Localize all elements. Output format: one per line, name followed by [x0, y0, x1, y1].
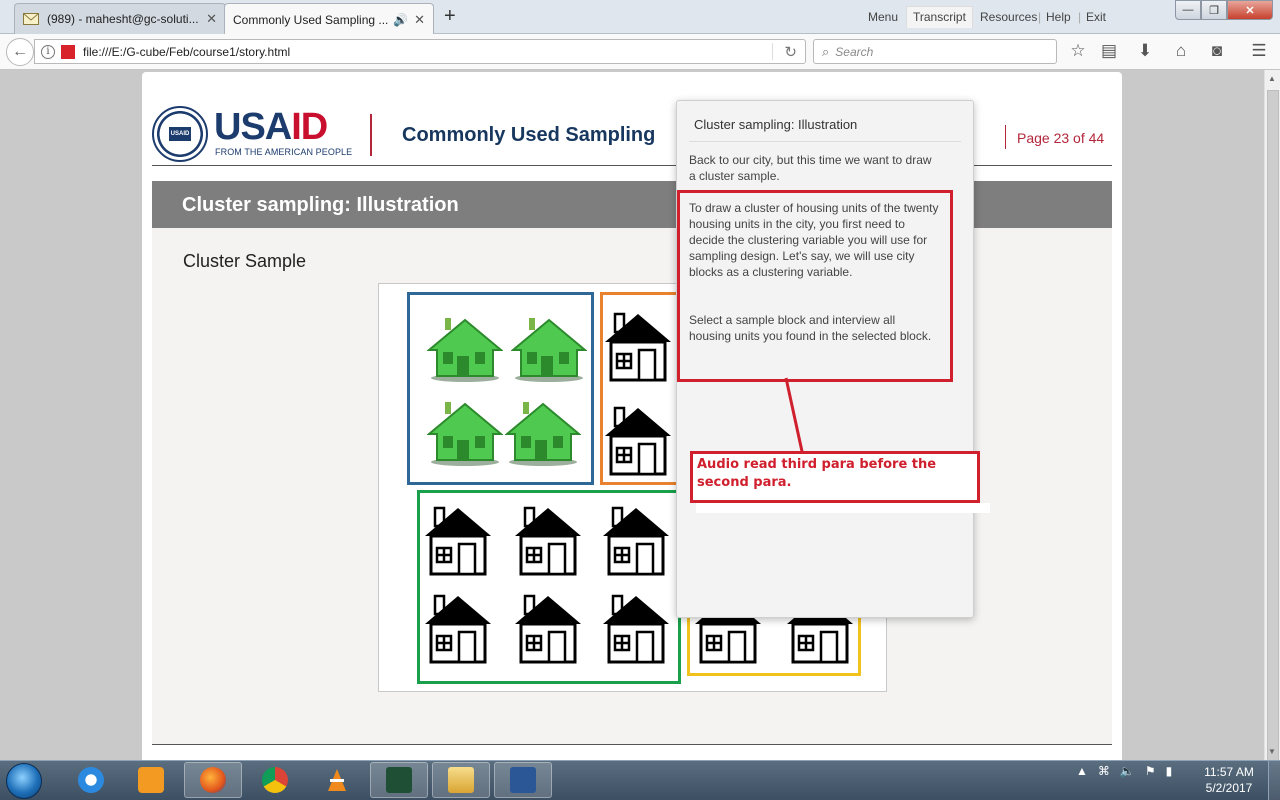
menu-link-resources[interactable]: Resources: [980, 10, 1037, 24]
close-window-button[interactable]: ✕: [1227, 0, 1273, 20]
page-indicator: Page 23 of 44: [1017, 130, 1105, 146]
selected-house-icon: [510, 316, 588, 389]
house-icon: [601, 506, 671, 583]
house-icon: [513, 594, 583, 671]
usaid-tagline: FROM THE AMERICAN PEOPLE: [215, 147, 353, 157]
chrome-icon[interactable]: [246, 762, 304, 798]
back-button[interactable]: ←: [6, 38, 34, 66]
vlc-icon[interactable]: [308, 762, 366, 798]
firefox-icon[interactable]: [184, 762, 242, 798]
network-device-icon[interactable]: ⌘: [1098, 764, 1110, 778]
transcript-title: Cluster sampling: Illustration: [694, 117, 858, 132]
usaid-wordmark: USAID: [214, 106, 328, 148]
reading-list-icon[interactable]: ▤: [1098, 40, 1120, 62]
menu-link-transcript[interactable]: Transcript: [906, 6, 973, 28]
transcript-paragraph-1: Back to our city, but this time we want …: [689, 153, 932, 183]
search-input[interactable]: ⌕ Search: [813, 39, 1057, 64]
tab-label: (989) - mahesht@gc-soluti...: [47, 12, 199, 26]
system-tray: ▲ ⌘ 🔈 ⚑ ▮: [1076, 764, 1172, 778]
scroll-up-icon[interactable]: ▲: [1268, 74, 1276, 83]
scroll-thumb[interactable]: [1267, 90, 1279, 766]
minimize-button[interactable]: —: [1175, 0, 1201, 20]
menu-separator: |: [1038, 10, 1042, 24]
word-icon[interactable]: [494, 762, 552, 798]
url-separator: [772, 43, 773, 60]
annotation-highlight-box: [677, 190, 953, 382]
speaker-icon[interactable]: 🔊: [393, 13, 408, 27]
menu-link-menu[interactable]: Menu: [868, 10, 898, 24]
selected-house-icon: [426, 316, 504, 389]
taskbar-clock[interactable]: 11:57 AM 5/2/2017: [1198, 764, 1260, 796]
slide-title: Cluster sampling: Illustration: [182, 194, 459, 216]
selected-house-icon: [504, 400, 582, 473]
tab-label: Commonly Used Sampling ...: [233, 12, 389, 27]
clock-time: 11:57 AM: [1204, 765, 1254, 779]
clock-date: 5/2/2017: [1205, 781, 1253, 795]
start-button[interactable]: [6, 763, 42, 799]
storyline-icon[interactable]: [370, 762, 428, 798]
menu-separator: |: [1078, 10, 1082, 24]
annotation-note: Audio read third para before the second …: [690, 451, 980, 503]
home-icon[interactable]: ⌂: [1170, 40, 1192, 62]
transcript-rule: [689, 141, 961, 142]
close-tab-icon[interactable]: ✕: [414, 12, 425, 28]
close-tab-icon[interactable]: ✕: [206, 11, 217, 27]
search-placeholder: Search: [835, 44, 874, 59]
course-title: Commonly Used Sampling: [402, 124, 656, 146]
show-desktop-button[interactable]: [1268, 761, 1280, 800]
reload-icon[interactable]: ↻: [784, 43, 797, 61]
usaid-seal-logo: USAID: [152, 106, 208, 162]
action-center-icon[interactable]: ⚑: [1145, 764, 1156, 778]
selected-house-icon: [426, 400, 504, 473]
page-icon: [61, 44, 75, 59]
page-divider: [1005, 125, 1006, 149]
url-bar[interactable]: i file:///E:/G-cube/Feb/course1/story.ht…: [34, 39, 806, 64]
url-text[interactable]: file:///E:/G-cube/Feb/course1/story.html: [83, 45, 290, 59]
scroll-down-icon[interactable]: ▼: [1268, 747, 1276, 756]
pocket-icon[interactable]: ◙: [1206, 40, 1228, 62]
hamburger-menu-icon[interactable]: ☰: [1248, 40, 1270, 62]
menu-link-exit[interactable]: Exit: [1086, 10, 1106, 24]
annotation-strip: [696, 503, 990, 513]
search-icon: ⌕: [822, 43, 830, 59]
ie-icon[interactable]: [62, 762, 120, 798]
maximize-button[interactable]: ❐: [1201, 0, 1227, 20]
house-icon: [423, 506, 493, 583]
bookmark-star-icon[interactable]: ☆: [1067, 40, 1089, 62]
new-tab-button[interactable]: +: [444, 5, 456, 28]
download-icon[interactable]: ⬇: [1134, 40, 1156, 62]
page-scrollbar[interactable]: ▲ ▼: [1264, 70, 1280, 766]
back-arrow-icon: ←: [12, 43, 28, 60]
house-icon: [423, 594, 493, 671]
tab-mail[interactable]: (989) - mahesht@gc-soluti... ✕: [14, 3, 226, 34]
house-icon: [603, 406, 673, 483]
signal-icon[interactable]: ▮: [1166, 764, 1173, 778]
header-divider: [370, 114, 372, 156]
house-icon: [513, 506, 583, 583]
volume-icon[interactable]: 🔈: [1120, 764, 1135, 778]
media-icon[interactable]: [122, 762, 180, 798]
mail-icon: [23, 13, 39, 25]
explorer-icon[interactable]: [432, 762, 490, 798]
footer-rule: [152, 744, 1112, 745]
house-icon: [603, 312, 673, 389]
slide-subtitle: Cluster Sample: [183, 251, 307, 271]
show-hidden-icons-icon[interactable]: ▲: [1076, 764, 1088, 778]
house-icon: [601, 594, 671, 671]
seal-text: USAID: [169, 127, 191, 141]
info-icon[interactable]: i: [41, 44, 55, 59]
menu-link-help[interactable]: Help: [1046, 10, 1071, 24]
tab-course[interactable]: Commonly Used Sampling ... 🔊 ✕: [224, 3, 434, 35]
